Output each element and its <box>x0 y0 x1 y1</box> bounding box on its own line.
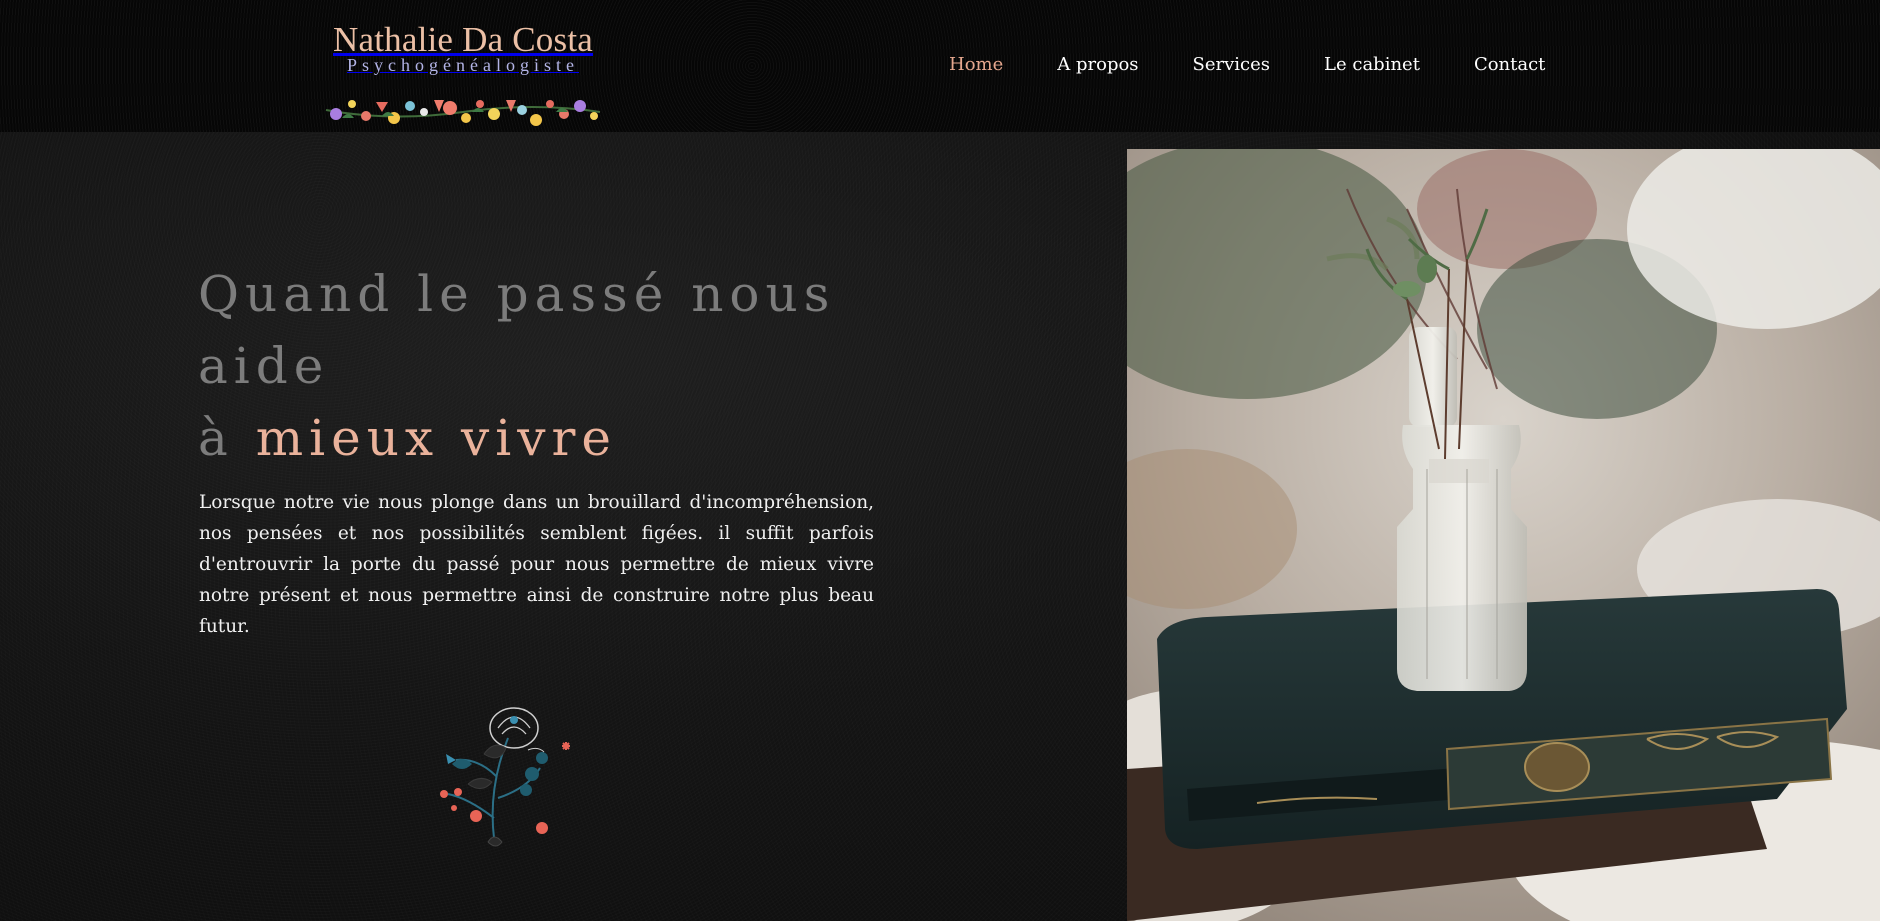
hero-title-line1: Quand le passé nous aide <box>198 265 836 395</box>
logo-subtitle: Psychogénéalogiste <box>347 55 579 75</box>
nav-home[interactable]: Home <box>949 54 1003 75</box>
logo-name: Nathalie Da Costa <box>333 20 593 59</box>
main-nav: Home A propos Services Le cabinet Contac… <box>949 54 1545 75</box>
hero-title: Quand le passé nous aide à mieux vivre <box>198 258 958 474</box>
hero-title-accent: mieux vivre <box>255 409 617 467</box>
hero-photo <box>1127 149 1880 921</box>
nav-le-cabinet[interactable]: Le cabinet <box>1324 54 1420 75</box>
floral-garland-icon <box>325 100 601 126</box>
site-header: Nathalie Da Costa Psychogénéalogiste Hom… <box>0 0 1880 132</box>
nav-services[interactable]: Services <box>1193 54 1270 75</box>
hero-title-prefix: à <box>198 409 256 467</box>
hero-paragraph: Lorsque notre vie nous plonge dans un br… <box>199 492 874 637</box>
flower-bouquet-icon <box>440 707 570 847</box>
site-logo[interactable]: Nathalie Da Costa Psychogénéalogiste <box>322 20 604 126</box>
nav-a-propos[interactable]: A propos <box>1057 54 1138 75</box>
nav-contact[interactable]: Contact <box>1474 54 1545 75</box>
